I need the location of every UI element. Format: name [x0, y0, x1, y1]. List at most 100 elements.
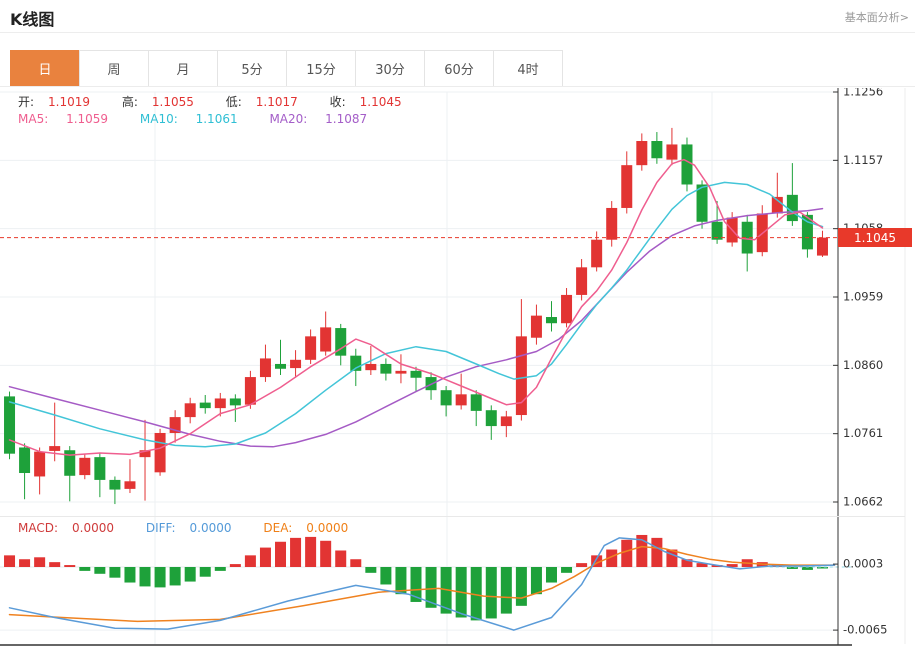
axis-tick-label: -0.0065	[843, 623, 887, 637]
candle-body	[712, 222, 723, 240]
candle-body	[411, 371, 422, 378]
candle-body	[501, 416, 512, 426]
candle-body	[621, 165, 632, 208]
candle-body	[456, 394, 467, 405]
diff-label: DIFF:	[146, 521, 176, 535]
diff-line	[10, 538, 835, 630]
main-candlestick-panel[interactable]	[4, 128, 828, 504]
candle-body	[109, 480, 120, 490]
candle-body	[155, 433, 166, 472]
candle-body	[531, 316, 542, 338]
ma10-label: MA10:	[140, 112, 178, 126]
macd-histogram-bar	[140, 567, 151, 586]
candle-body	[19, 447, 30, 473]
candle-body	[681, 144, 692, 184]
candle-body	[365, 364, 376, 370]
candle-body	[320, 327, 331, 351]
macd-histogram-bar	[516, 567, 527, 606]
axis-tick-label: 0.0003	[843, 557, 883, 571]
low-value: 1.1017	[256, 95, 298, 109]
tab-month[interactable]: 月	[148, 50, 218, 87]
fundamental-analysis-link[interactable]: 基本面分析>	[845, 9, 909, 25]
axis-tick-label: 1.0860	[843, 358, 883, 372]
ma10-value: 1.1061	[196, 112, 238, 126]
open-label: 开:	[18, 95, 34, 109]
macd-histogram-bar	[34, 557, 45, 567]
candle-body	[606, 208, 617, 240]
macd-histogram-bar	[275, 542, 286, 567]
page-title: K线图	[10, 6, 54, 30]
macd-histogram-bar	[200, 567, 211, 577]
diff-value: 0.0000	[190, 521, 232, 535]
candle-body	[380, 364, 391, 374]
axis-tick-label: 1.1256	[843, 88, 883, 99]
macd-histogram-bar	[290, 538, 301, 567]
macd-histogram-bar	[365, 567, 376, 573]
macd-legend: MACD:0.0000 DIFF:0.0000 DEA:0.0000	[18, 521, 376, 535]
candle-body	[441, 390, 452, 405]
macd-histogram-bar	[124, 567, 135, 583]
macd-histogram-bar	[64, 565, 75, 567]
macd-histogram-bar	[320, 541, 331, 567]
axis-tick-label: 1.0662	[843, 495, 883, 509]
macd-histogram-bar	[380, 567, 391, 584]
axes: 1.12561.11571.10581.09591.08601.07611.06…	[0, 88, 905, 645]
macd-histogram-bar	[335, 550, 346, 567]
ma5-label: MA5:	[18, 112, 48, 126]
candle-body	[275, 364, 286, 369]
macd-histogram-bar	[109, 567, 120, 578]
tab-15min[interactable]: 15分	[286, 50, 356, 87]
tab-day[interactable]: 日	[10, 50, 80, 87]
candle-body	[636, 141, 647, 165]
ma20-label: MA20:	[269, 112, 307, 126]
macd-histogram-bar	[245, 555, 256, 567]
macd-histogram-bar	[215, 567, 226, 571]
macd-histogram-bar	[576, 563, 587, 567]
high-value: 1.1055	[152, 95, 194, 109]
macd-label: MACD:	[18, 521, 58, 535]
candle-body	[817, 238, 828, 256]
candle-body	[546, 317, 557, 323]
tab-30min[interactable]: 30分	[355, 50, 425, 87]
candle-body	[230, 398, 241, 405]
macd-histogram-bar	[561, 567, 572, 573]
macd-histogram-bar	[155, 567, 166, 587]
macd-histogram-bar	[486, 567, 497, 618]
candle-body	[561, 295, 572, 323]
macd-histogram-bar	[94, 567, 105, 574]
macd-histogram-bar	[185, 567, 196, 582]
open-value: 1.1019	[48, 95, 90, 109]
candle-body	[245, 377, 256, 405]
ma10-line	[10, 182, 823, 446]
tab-5min[interactable]: 5分	[217, 50, 287, 87]
candle-body	[49, 446, 60, 451]
ma5-value: 1.1059	[66, 112, 108, 126]
tab-60min[interactable]: 60分	[424, 50, 494, 87]
close-label: 收:	[330, 95, 346, 109]
dea-label: DEA:	[263, 521, 292, 535]
panel-divider	[0, 516, 905, 517]
macd-histogram-bar	[501, 567, 512, 614]
ma20-line	[10, 209, 823, 447]
candle-body	[260, 358, 271, 377]
macd-histogram-bar	[19, 559, 30, 567]
macd-histogram-bar	[4, 555, 15, 567]
axis-tick-label: 1.0959	[843, 290, 883, 304]
candle-body	[124, 481, 135, 489]
tab-week[interactable]: 周	[79, 50, 149, 87]
candle-body	[290, 360, 301, 368]
kline-page: { "header": { "title": "K线图", "link": "基…	[0, 0, 915, 648]
macd-panel[interactable]	[4, 535, 852, 630]
ohlc-legend: 开:1.1019 高:1.1055 低:1.1017 收:1.1045	[18, 93, 430, 110]
tab-4hour[interactable]: 4时	[493, 50, 563, 87]
period-tabbar: 日 周 月 5分 15分 30分 60分 4时	[10, 50, 563, 87]
macd-histogram-bar	[651, 538, 662, 567]
candle-body	[591, 240, 602, 268]
low-label: 低:	[226, 95, 242, 109]
macd-histogram-bar	[531, 567, 542, 594]
macd-histogram-bar	[260, 548, 271, 567]
macd-histogram-bar	[230, 564, 241, 567]
kline-chart-canvas[interactable]: 1.12561.11571.10581.09591.08601.07611.06…	[0, 88, 915, 648]
ma-legend: MA5: 1.1059 MA10: 1.1061 MA20: 1.1087	[18, 112, 395, 126]
dea-line	[10, 547, 835, 622]
